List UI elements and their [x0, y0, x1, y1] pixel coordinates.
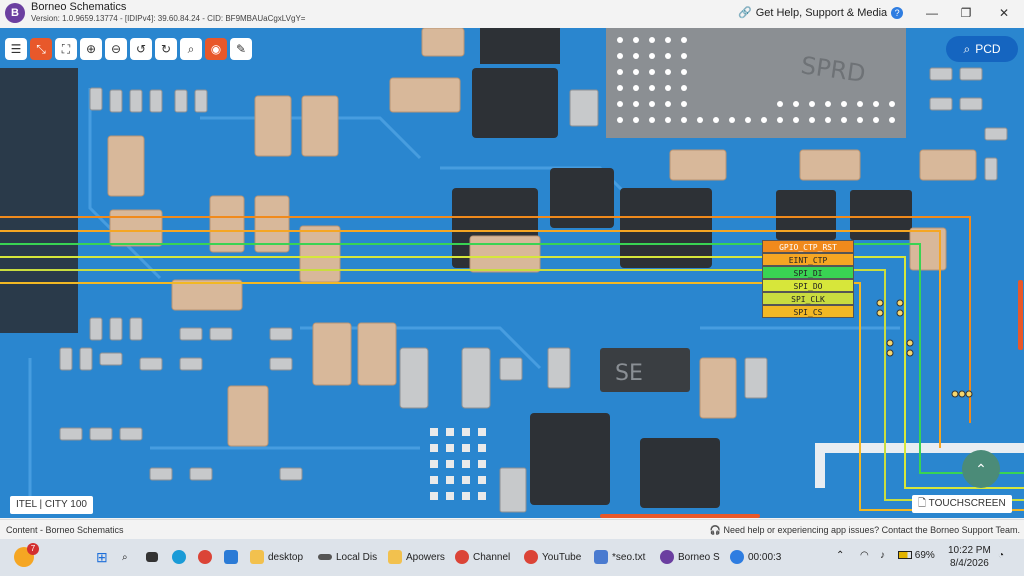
- taskbar-app-label: Borneo S: [678, 551, 720, 563]
- net-label[interactable]: SPI_DO: [762, 279, 854, 292]
- clock[interactable]: 10:22 PM 8/4/2026: [948, 544, 991, 570]
- zoom-out-icon[interactable]: ⊖: [105, 38, 127, 60]
- store-button[interactable]: [224, 547, 238, 567]
- taskbar-app[interactable]: 00:00:3: [730, 547, 781, 567]
- notification-icon[interactable]: ◔: [998, 550, 1004, 561]
- task-view-button[interactable]: [146, 547, 158, 567]
- chrome-icon: [524, 550, 538, 564]
- taskbar-app[interactable]: *seo.txt: [594, 547, 645, 567]
- taskbar-app-label: 00:00:3: [748, 551, 782, 563]
- taskbar-app-label: Apowers: [406, 551, 445, 563]
- store-icon: [224, 550, 238, 564]
- pcb-board-view[interactable]: SPRD SE GPIO_CTP_RST EINT_CTP SPI_DI SPI…: [0, 28, 1024, 518]
- pcb-graphic: SPRD SE: [0, 28, 1024, 518]
- net-label[interactable]: EINT_CTP: [762, 253, 854, 266]
- rotate-right-icon[interactable]: ↻: [155, 38, 177, 60]
- minimize-button[interactable]: —: [922, 4, 942, 22]
- app-window: B Borneo Schematics Version: 1.0.9659.13…: [0, 0, 1024, 576]
- collapse-icon[interactable]: ⤡: [30, 38, 52, 60]
- taskbar-app-label: Local Dis: [336, 551, 378, 563]
- task-view-icon: [146, 552, 158, 562]
- taskbar-app[interactable]: YouTube: [524, 547, 581, 567]
- clock-time: 10:22 PM: [948, 545, 991, 556]
- app-logo-icon: B: [5, 3, 25, 23]
- drive-icon: [318, 554, 332, 560]
- search-icon[interactable]: ⌕: [180, 38, 202, 60]
- folder-icon: [250, 550, 264, 564]
- status-content: Content - Borneo Schematics: [6, 525, 124, 535]
- taskbar-app-label: desktop: [268, 551, 304, 563]
- borneo-icon: [660, 550, 674, 564]
- clock-date: 8/4/2026: [949, 558, 989, 569]
- taskbar-app[interactable]: Channel: [455, 547, 510, 567]
- status-bar: Content - Borneo Schematics 🎧 Need help …: [0, 519, 1024, 539]
- taskbar-app[interactable]: Borneo S: [660, 547, 720, 567]
- list-icon[interactable]: ☰: [5, 38, 27, 60]
- notification-badge: 7: [27, 543, 39, 555]
- pcd-button[interactable]: ⌕ PCD: [946, 36, 1018, 62]
- net-label[interactable]: SPI_CS: [762, 305, 854, 318]
- search-button[interactable]: ⌕: [122, 547, 128, 567]
- support-label: Need help or experiencing app issues? Co…: [723, 525, 1020, 535]
- chrome-icon: [198, 550, 212, 564]
- horizontal-scrollbar[interactable]: [600, 514, 760, 518]
- edge-icon: [172, 550, 186, 564]
- touchscreen-tag[interactable]: 🗋 TOUCHSCREEN: [912, 495, 1012, 513]
- start-button[interactable]: ⊞: [96, 547, 108, 567]
- chevron-up-icon[interactable]: ⌃: [962, 450, 1000, 488]
- component-mark: SE: [615, 361, 643, 386]
- battery-indicator[interactable]: 69%: [898, 550, 935, 561]
- link-icon: 🔗: [738, 7, 752, 19]
- help-link[interactable]: 🔗 Get Help, Support & Media ?: [738, 6, 904, 19]
- taskbar-app-label: Channel: [473, 551, 511, 563]
- vertical-scrollbar[interactable]: [1018, 280, 1023, 350]
- fit-screen-icon[interactable]: ⛶: [55, 38, 77, 60]
- app-title: Borneo Schematics: [31, 1, 127, 13]
- folder-icon: [388, 550, 402, 564]
- touchscreen-label: TOUCHSCREEN: [928, 498, 1006, 509]
- close-button[interactable]: ✕: [994, 4, 1014, 22]
- title-bar: B Borneo Schematics Version: 1.0.9659.13…: [0, 0, 1024, 28]
- taskbar-app[interactable]: desktop: [250, 547, 303, 567]
- edit-icon[interactable]: ✎: [230, 38, 252, 60]
- support-message[interactable]: 🎧 Need help or experiencing app issues? …: [710, 525, 1020, 536]
- help-question-icon: ?: [891, 6, 904, 19]
- battery-icon: [898, 551, 912, 560]
- maximize-button[interactable]: ❐: [956, 4, 976, 22]
- document-icon: 🗋: [918, 498, 927, 509]
- net-label[interactable]: SPI_CLK: [762, 292, 854, 305]
- chevron-up-icon[interactable]: ⌃: [836, 550, 844, 561]
- wifi-icon[interactable]: ◠: [860, 550, 869, 561]
- taskbar-app[interactable]: Local Dis: [318, 547, 377, 567]
- help-link-label: Get Help, Support & Media: [755, 6, 888, 19]
- taskbar-app-label: *seo.txt: [612, 551, 646, 563]
- edge-button[interactable]: [172, 547, 186, 567]
- notepad-icon: [594, 550, 608, 564]
- board-toolbar: ☰ ⤡ ⛶ ⊕ ⊖ ↺ ↻ ⌕ ◉ ✎: [5, 38, 252, 60]
- chrome-button[interactable]: [198, 547, 212, 567]
- taskbar-app[interactable]: Apowers: [388, 547, 445, 567]
- speaker-icon[interactable]: ♪: [880, 550, 885, 561]
- pcd-label: PCD: [975, 42, 1001, 56]
- app-version: Version: 1.0.9659.13774 - [IDIPv4]: 39.6…: [31, 14, 306, 23]
- mouse-icon[interactable]: ◉: [205, 38, 227, 60]
- recorder-icon: [730, 550, 744, 564]
- net-label[interactable]: SPI_DI: [762, 266, 854, 279]
- windows-icon: ⊞: [96, 548, 108, 565]
- search-icon: ⌕: [963, 41, 971, 56]
- headset-icon: 🎧: [709, 525, 721, 535]
- battery-level: 69%: [914, 550, 935, 561]
- search-icon: ⌕: [122, 551, 128, 563]
- rotate-left-icon[interactable]: ↺: [130, 38, 152, 60]
- taskbar-app-label: YouTube: [542, 551, 582, 563]
- net-label-list: GPIO_CTP_RST EINT_CTP SPI_DI SPI_DO SPI_…: [762, 240, 854, 318]
- net-label[interactable]: GPIO_CTP_RST: [762, 240, 854, 253]
- model-tag: ITEL | CITY 100: [10, 496, 93, 514]
- zoom-in-icon[interactable]: ⊕: [80, 38, 102, 60]
- chrome-icon: [455, 550, 469, 564]
- taskbar: 7 ⊞ ⌕ desktop Local Dis Apowers Channel …: [0, 539, 1024, 576]
